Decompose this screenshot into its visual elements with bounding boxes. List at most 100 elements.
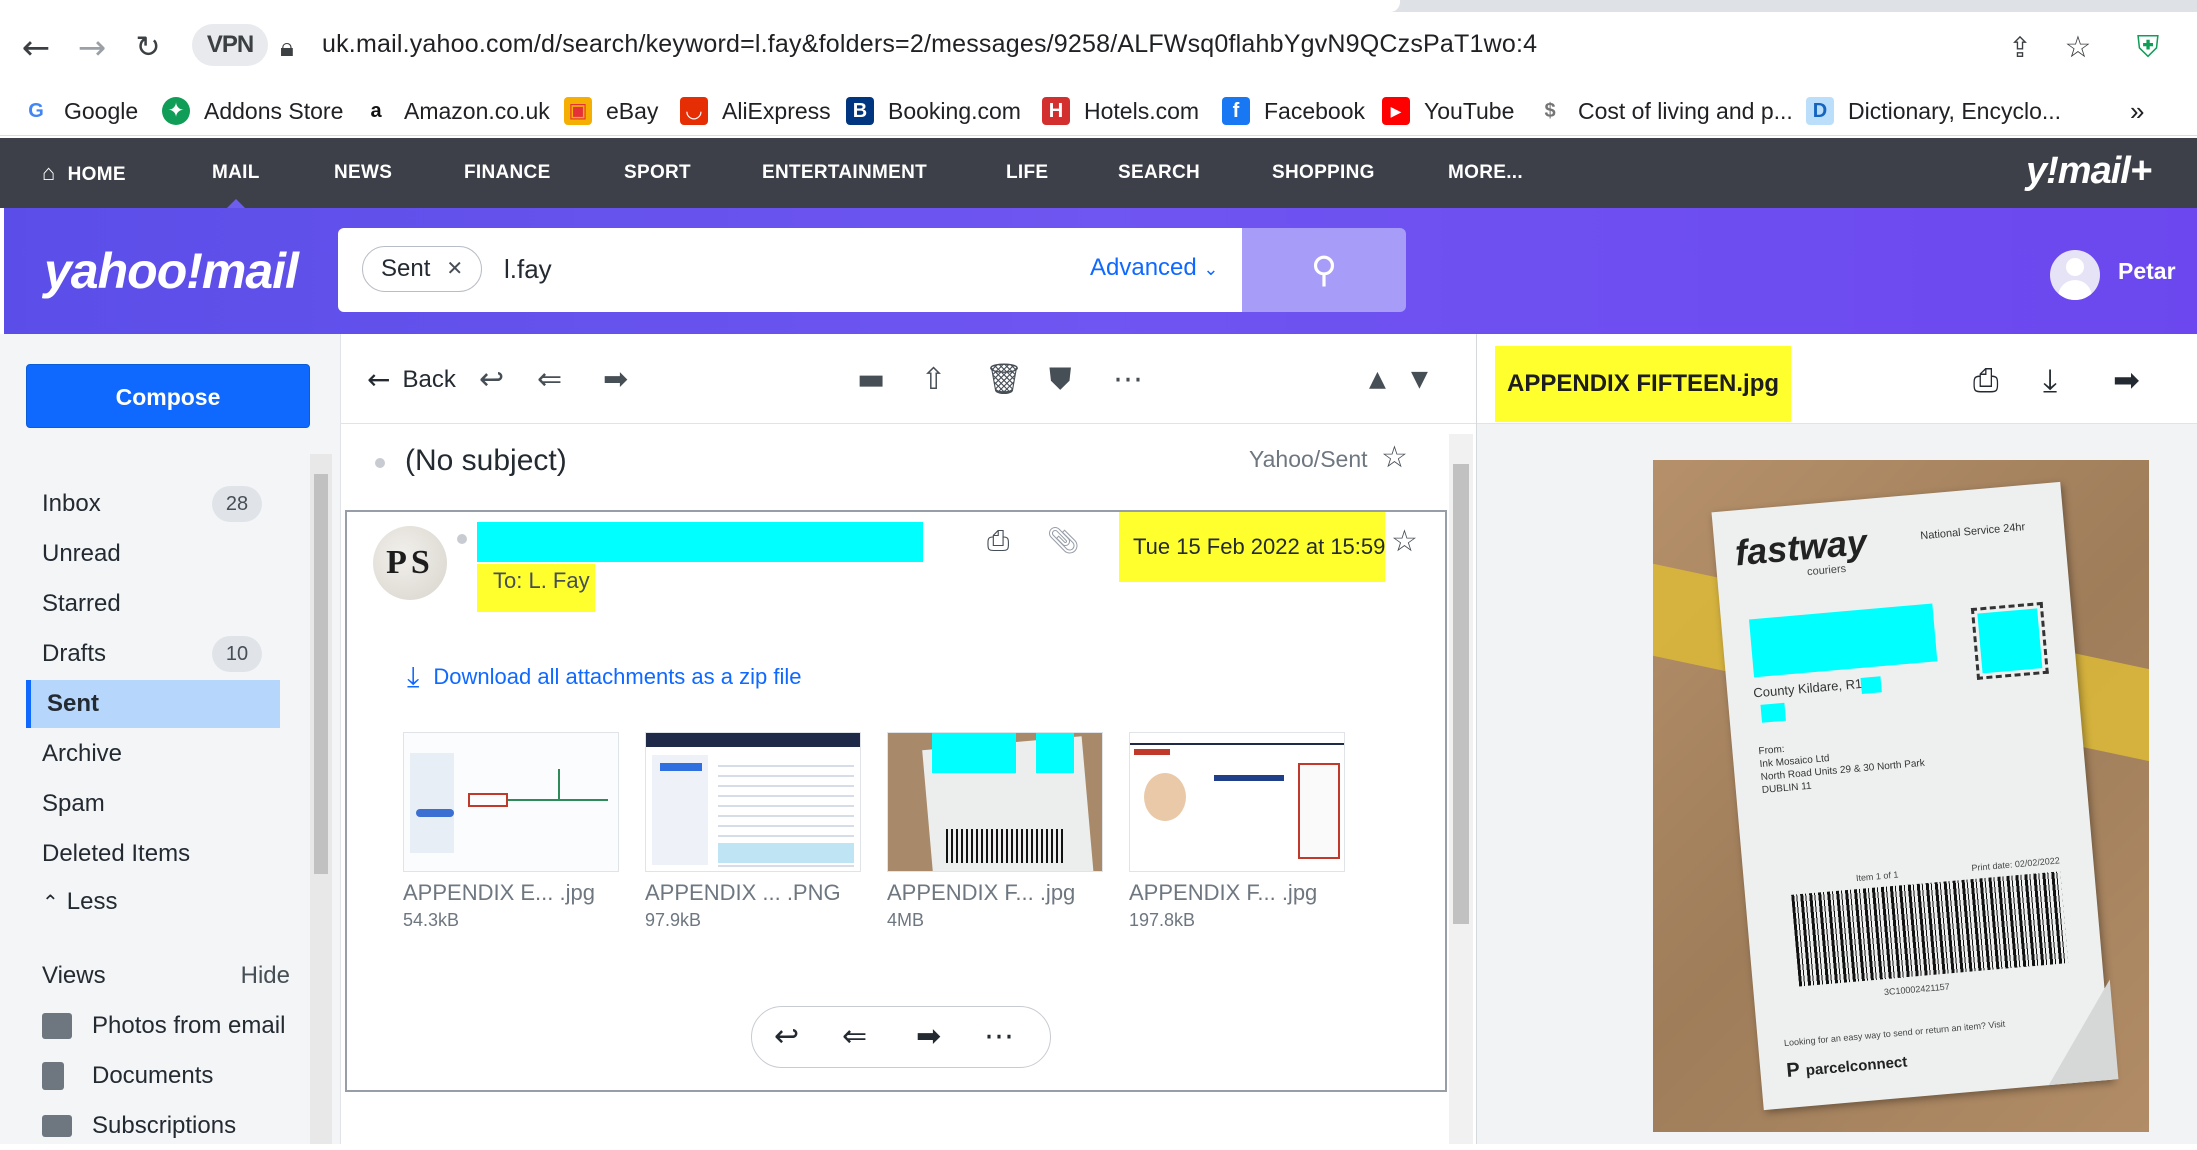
bookmark-cost-of-living[interactable]: $ Cost of living and p... [1536,86,1793,136]
print-icon[interactable]: ⎙ [1973,360,1999,400]
back-arrow-icon[interactable]: ← [16,28,56,68]
back-button[interactable]: ← Back [367,360,456,400]
view-documents[interactable]: Documents [26,1052,316,1100]
lock-icon[interactable]: 🔒︎ [280,32,294,64]
scrollbar-thumb[interactable] [314,474,328,874]
attachment-4[interactable]: APPENDIX F... .jpg 197.8kB [1129,732,1345,931]
attachment-thumbnail[interactable] [645,732,861,872]
folder-spam[interactable]: Spam [26,780,280,828]
ymail-plus-logo[interactable]: y!mail+ [2026,150,2152,193]
view-photos[interactable]: Photos from email [26,1002,316,1050]
address-bar[interactable]: uk.mail.yahoo.com/d/search/keyword=l.fay… [322,30,1537,59]
nav-life[interactable]: LIFE [1006,138,1048,208]
attachment-name: APPENDIX F... .jpg [1129,880,1318,905]
folder-sent[interactable]: Sent [26,680,280,728]
user-avatar[interactable] [2050,250,2100,300]
spam-shield-icon[interactable]: ⛊ [1049,360,1072,400]
yahoo-mail-logo[interactable]: yahoo!mail [44,242,299,300]
folder-drafts[interactable]: Drafts 10 [26,630,280,678]
attachment-thumbnail[interactable] [403,732,619,872]
more-bookmarks-chevron[interactable]: » [2130,86,2144,136]
bookmark-amazon[interactable]: a Amazon.co.uk [362,86,550,136]
folder-starred[interactable]: Starred [26,580,280,628]
search-button[interactable]: ⚲ [1242,228,1406,312]
nav-home[interactable]: ⌂ HOME [42,138,126,208]
bookmark-facebook[interactable]: f Facebook [1222,86,1365,136]
bookmark-aliexpress[interactable]: ◡ AliExpress [680,86,831,136]
bookmark-youtube[interactable]: ▶ YouTube [1382,86,1514,136]
sidebar-scrollbar[interactable] [310,454,332,1144]
attachment-2[interactable]: APPENDIX ... .PNG 97.9kB [645,732,861,931]
nav-finance[interactable]: FINANCE [464,138,551,208]
bookmark-ebay[interactable]: ▣ eBay [564,86,658,136]
download-all-link[interactable]: ⤓ Download all attachments as a zip file [407,660,801,694]
attachment-3[interactable]: APPENDIX F... .jpg 4MB [887,732,1103,931]
folder-archive[interactable]: Archive [26,730,280,778]
forward-arrow-icon[interactable]: ➡ [2113,360,2140,400]
bookmark-star-icon[interactable]: ☆ [2058,28,2098,68]
shield-extension-icon[interactable]: ⛨ [2128,28,2168,68]
forward-arrow-icon[interactable]: → [72,28,112,68]
attachment-thumbnail[interactable] [887,732,1103,872]
reply-all-icon[interactable]: ⇐ [537,360,562,400]
nav-news[interactable]: NEWS [334,138,392,208]
nav-entertainment[interactable]: ENTERTAINMENT [762,138,927,208]
preview-image[interactable]: fastway couriers National Service 24hr C… [1653,460,2149,1132]
view-subscriptions[interactable]: Subscriptions [26,1102,316,1150]
folder-inbox[interactable]: Inbox 28 [26,480,280,528]
bookmark-dictionary[interactable]: D Dictionary, Encyclo... [1806,86,2061,136]
vpn-badge[interactable]: VPN [192,24,268,66]
compose-button[interactable]: Compose [26,364,310,428]
forward-icon[interactable]: ➡ [603,360,628,400]
attachment-1[interactable]: APPENDIX E... .jpg 54.3kB [403,732,619,931]
folder-deleted-items[interactable]: Deleted Items [26,830,280,878]
attachment-size: 54.3kB [403,910,460,930]
bookmark-google[interactable]: G Google [22,86,138,136]
message-star-icon[interactable]: ☆ [1391,524,1418,559]
read-status-dot[interactable] [457,534,467,544]
advanced-search-button[interactable]: Advanced ⌄ [1090,254,1219,282]
previous-message-icon[interactable]: ▲ [1369,360,1386,400]
more-options-icon[interactable]: ⋯ [1113,360,1143,400]
nav-sport[interactable]: SPORT [624,138,691,208]
delete-icon[interactable]: 🗑︎ [985,360,1023,400]
more-options-icon[interactable]: ⋯ [984,1017,1014,1057]
reload-icon[interactable]: ↻ [128,28,168,68]
bookmark-hotels[interactable]: H Hotels.com [1042,86,1199,136]
download-icon[interactable]: ⤓ [2043,360,2057,400]
hide-views-link[interactable]: Hide [241,952,290,1000]
less-toggle[interactable]: ⌃ Less [26,878,280,926]
move-icon[interactable]: ⇧ [921,360,946,400]
attachment-thumbnail[interactable] [1129,732,1345,872]
bookmark-booking[interactable]: B Booking.com [846,86,1021,136]
user-name[interactable]: Petar [2118,258,2176,285]
message-subject: (No subject) [405,444,567,477]
nav-more[interactable]: MORE... [1448,138,1523,208]
folder-unread[interactable]: Unread [26,530,280,578]
nav-shopping[interactable]: SHOPPING [1272,138,1375,208]
nav-search[interactable]: SEARCH [1118,138,1200,208]
search-box[interactable]: Sent ✕ l.fay Advanced ⌄ [338,228,1242,312]
next-message-icon[interactable]: ▼ [1411,360,1428,400]
forward-icon[interactable]: ➡ [916,1017,941,1057]
print-icon[interactable]: ⎙ [987,524,1009,558]
reply-all-icon[interactable]: ⇐ [842,1017,867,1057]
email-scrollbar[interactable] [1449,434,1473,1144]
reply-icon[interactable]: ↩ [774,1017,799,1057]
message-folder-label[interactable]: Yahoo/Sent [1249,446,1368,473]
aliexpress-icon: ◡ [680,97,708,125]
star-icon[interactable]: ☆ [1381,440,1408,475]
recipient-line[interactable]: To: L. Fay [483,560,600,610]
search-folder-chip[interactable]: Sent ✕ [362,246,483,292]
archive-icon[interactable]: ▬ [857,360,885,400]
sender-avatar[interactable]: PS [373,526,447,600]
reply-icon[interactable]: ↩ [479,360,504,400]
search-input[interactable]: l.fay [504,254,552,285]
share-icon[interactable]: ⇪ [2000,28,2040,68]
close-icon[interactable]: ✕ [446,247,463,291]
nav-mail[interactable]: MAIL [212,138,260,209]
bookmark-addons-store[interactable]: ✦ Addons Store [162,86,343,136]
scrollbar-thumb[interactable] [1453,464,1469,924]
chevron-up-icon: ⌃ [42,892,59,914]
unread-dot[interactable] [375,458,385,468]
